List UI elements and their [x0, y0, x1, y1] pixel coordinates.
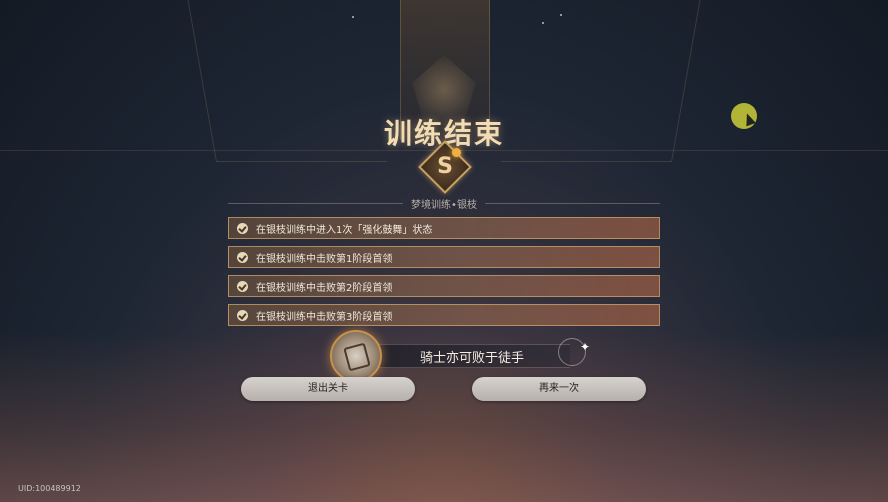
background-star: [542, 22, 544, 24]
background-star: [352, 16, 354, 18]
objective-item: 在银枝训练中击败第3阶段首领: [228, 304, 660, 326]
retry-button[interactable]: 再来一次: [472, 377, 646, 401]
subtitle-row: 梦境训练•银枝: [228, 196, 660, 211]
objective-item: 在银枝训练中进入1次「强化鼓舞」状态: [228, 217, 660, 239]
check-icon: [237, 251, 248, 263]
sparkle-icon: ✦: [580, 340, 591, 354]
objective-text: 在银枝训练中击败第1阶段首领: [256, 253, 393, 265]
check-icon: [237, 309, 248, 321]
reward-achievement-icon[interactable]: [330, 330, 382, 382]
reward-name: 骑士亦可败于徒手: [420, 351, 525, 366]
exit-stage-button[interactable]: 退出关卡: [241, 377, 415, 401]
training-name: 梦境训练•银枝: [411, 199, 477, 211]
card-glyph-icon: [343, 342, 371, 372]
grade-spark-icon: [452, 148, 461, 157]
objective-text: 在银枝训练中进入1次「强化鼓舞」状态: [256, 224, 433, 236]
divider-left: [228, 202, 404, 204]
divider-right: [484, 202, 660, 204]
objective-item: 在银枝训练中击败第2阶段首领: [228, 275, 660, 297]
objective-text: 在银枝训练中击败第3阶段首领: [256, 311, 393, 323]
check-icon: [237, 280, 248, 292]
check-icon: [237, 222, 248, 234]
reward-banner[interactable]: 骑士亦可败于徒手 ✦: [330, 330, 590, 382]
objective-list: 在银枝训练中进入1次「强化鼓舞」状态 在银枝训练中击败第1阶段首领 在银枝训练中…: [228, 217, 660, 333]
background-star: [560, 14, 562, 16]
objective-text: 在银枝训练中击败第2阶段首领: [256, 282, 393, 294]
objective-item: 在银枝训练中击败第1阶段首领: [228, 246, 660, 268]
player-uid: UID:100489912: [18, 484, 81, 493]
